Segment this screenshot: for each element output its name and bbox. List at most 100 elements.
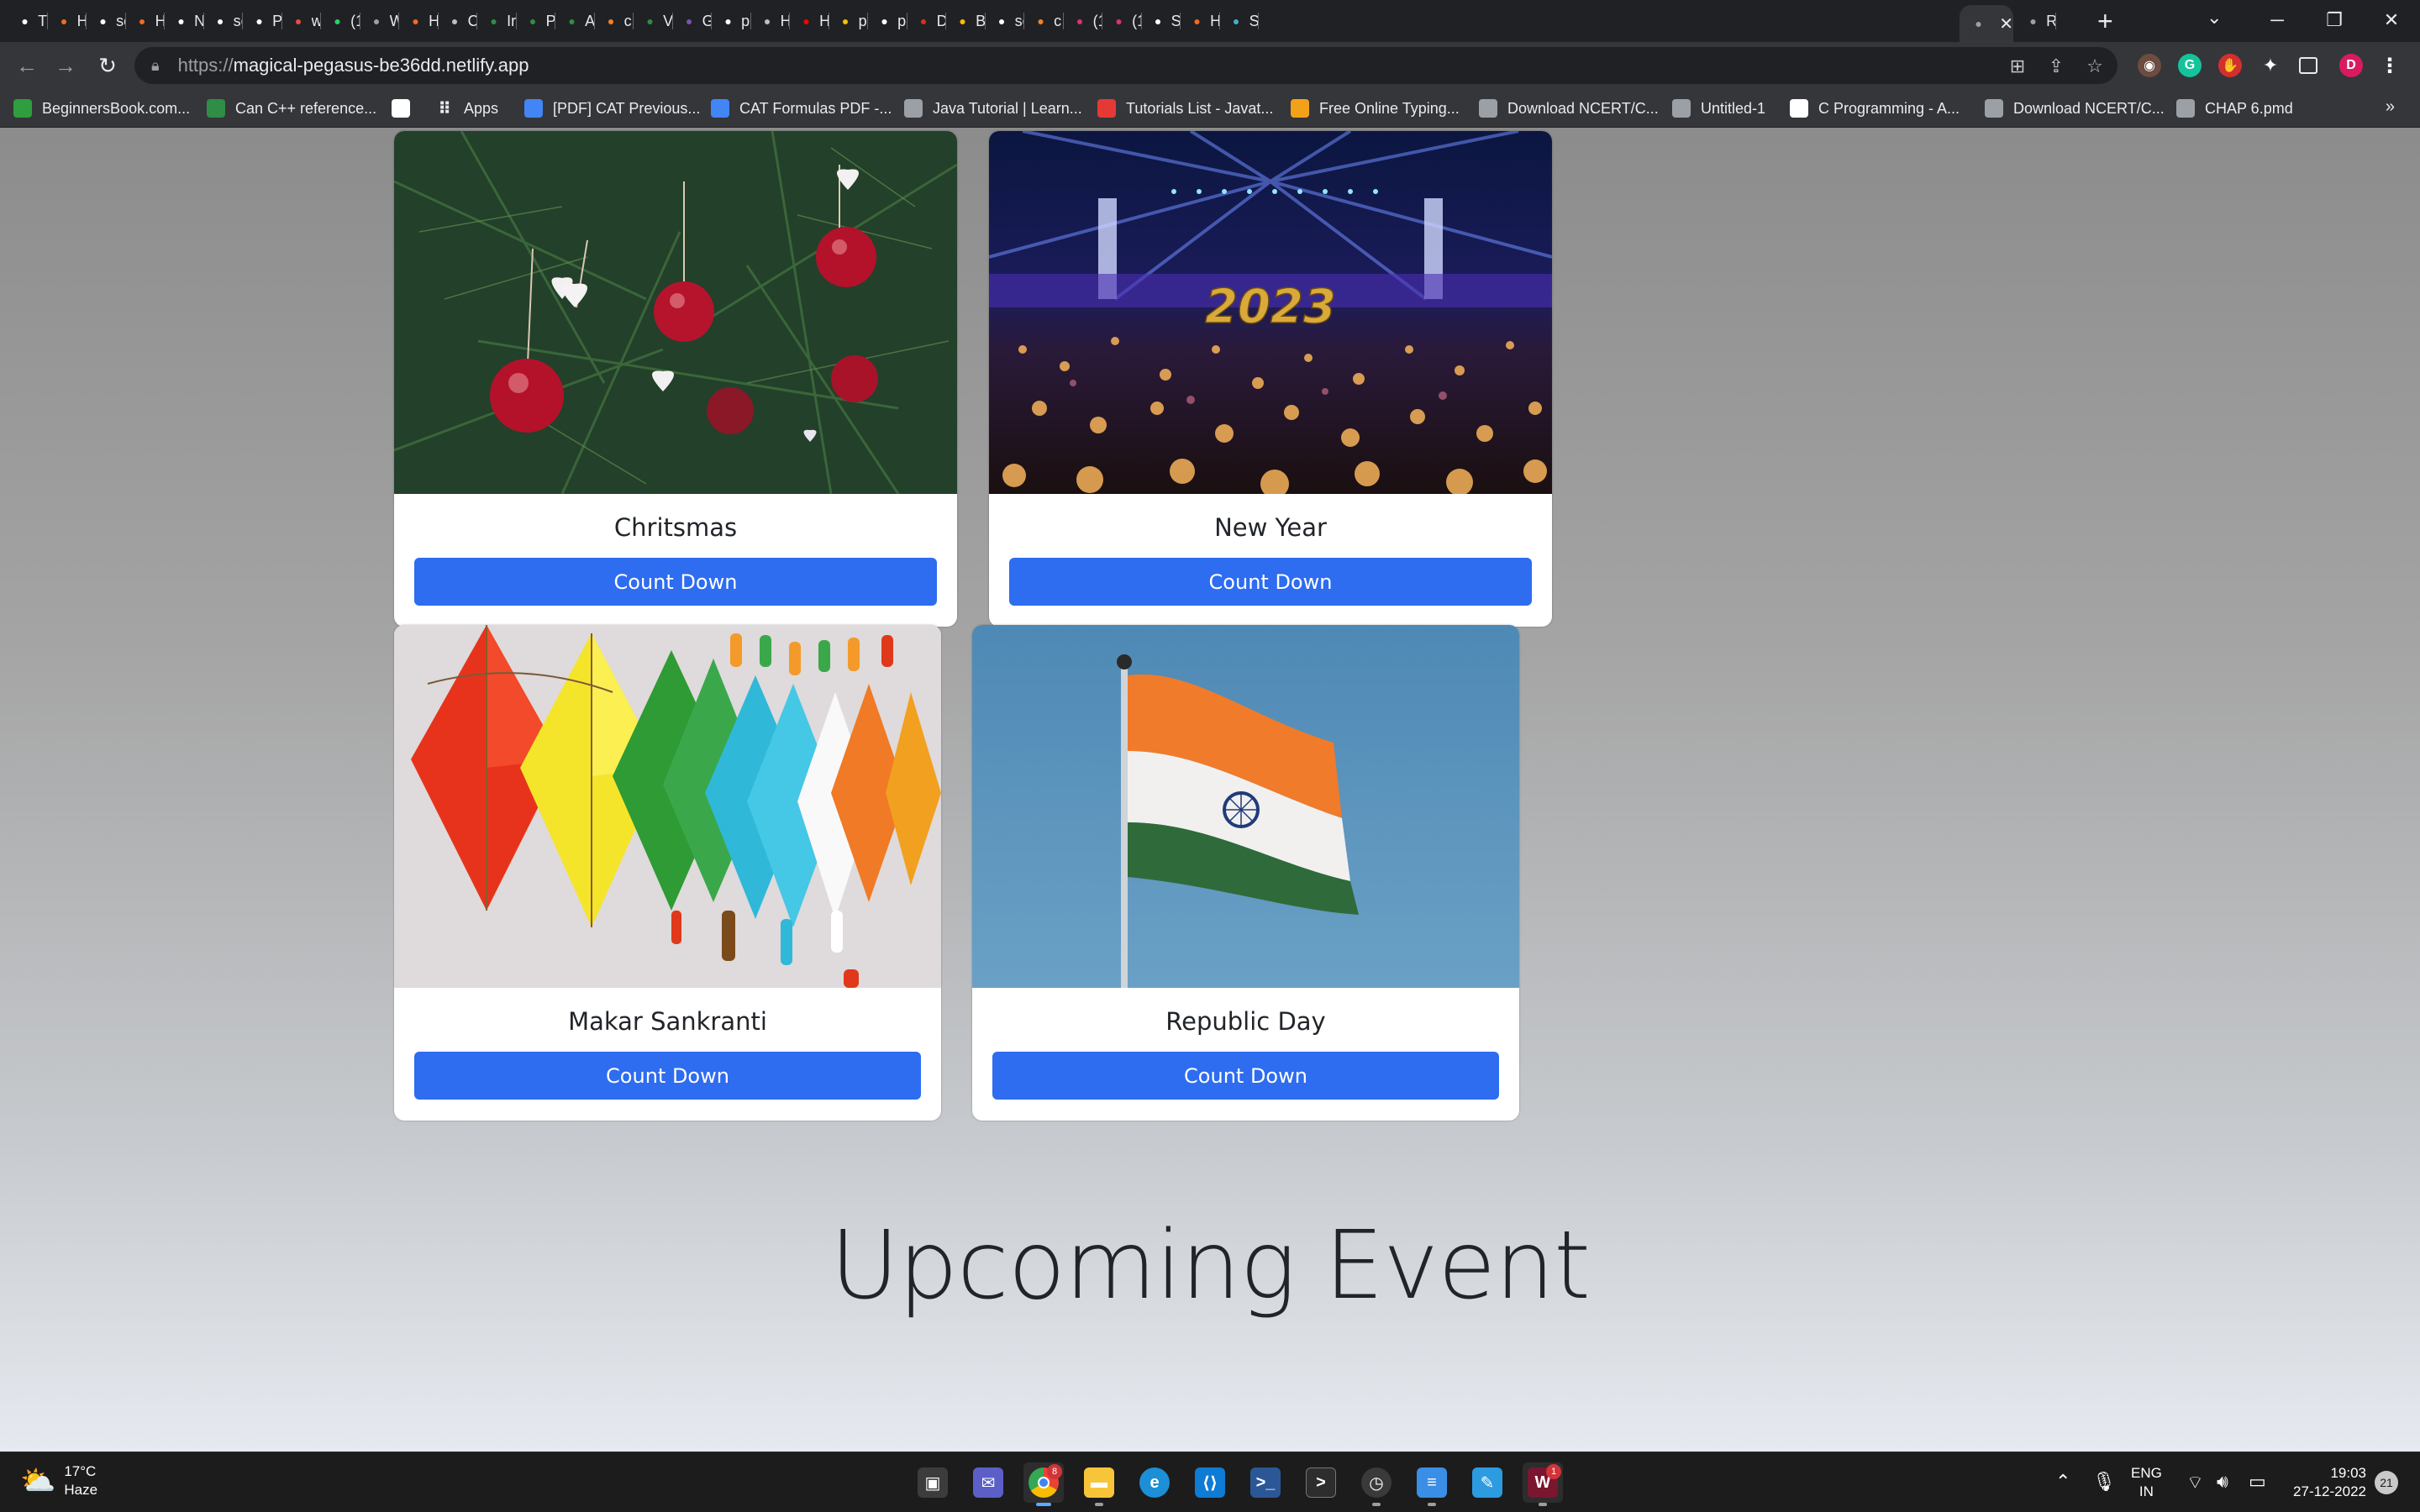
vscode-button[interactable]: ⟨⟩ xyxy=(1190,1462,1230,1503)
browser-tab[interactable]: ● D xyxy=(908,5,946,37)
bookmark-star-icon[interactable]: ☆ xyxy=(2082,54,2107,79)
browser-tab[interactable]: ● W xyxy=(360,5,399,37)
browser-tab[interactable]: ● p xyxy=(868,5,908,37)
microphone-icon[interactable]: 🎙︎ xyxy=(2092,1471,2116,1493)
share-icon[interactable]: ⇪ xyxy=(2044,54,2069,79)
browser-tab[interactable]: ●Pr xyxy=(243,5,282,37)
reload-icon[interactable]: ↻ xyxy=(92,50,123,81)
browser-tab[interactable]: ● (1 xyxy=(1102,5,1142,37)
bookmark-item[interactable]: BeginnersBook.com... xyxy=(13,96,190,121)
browser-tab[interactable]: ● w xyxy=(282,5,321,37)
bookmark-item[interactable]: Free Online Typing... xyxy=(1291,96,1460,121)
browser-tab[interactable]: ● (1 xyxy=(1064,5,1102,37)
bookmark-item[interactable] xyxy=(392,96,420,121)
terminal-button[interactable]: > xyxy=(1301,1462,1341,1503)
teams-chat-button[interactable]: ✉ xyxy=(968,1462,1008,1503)
browser-tab[interactable]: ● V xyxy=(634,5,673,37)
browser-tab[interactable]: ● R xyxy=(2017,5,2056,37)
browser-tab[interactable]: ● A xyxy=(555,5,595,37)
browser-tab[interactable]: ●Si xyxy=(1220,5,1259,37)
browser-tab[interactable]: ● G xyxy=(673,5,712,37)
bookmark-item[interactable]: Tutorials List - Javat... xyxy=(1097,96,1273,121)
browser-tab[interactable]: ● H xyxy=(1181,5,1220,37)
volume-icon[interactable]: 🔊︎ xyxy=(2217,1471,2228,1493)
tab-search-chevron-icon[interactable]: ⌄ xyxy=(2207,7,2222,29)
forward-arrow-icon[interactable]: → xyxy=(50,50,81,81)
system-clock[interactable]: 19:03 27-12-2022 xyxy=(2289,1464,2366,1501)
bookmark-item[interactable]: Download NCERT/C... xyxy=(1985,96,2165,121)
lock-icon[interactable]: 🔒︎ xyxy=(151,57,160,75)
bookmarks-overflow-icon[interactable]: » xyxy=(2386,97,2395,117)
grammarly-icon[interactable]: G xyxy=(2178,54,2202,77)
browser-tab[interactable]: ●Tr xyxy=(8,5,48,37)
file-explorer-button[interactable]: ▬ xyxy=(1079,1462,1119,1506)
browser-tab[interactable]: ●se xyxy=(986,5,1024,37)
whatsapp-taskbar-button[interactable]: W 1 xyxy=(1523,1462,1563,1506)
browser-tab[interactable]: ● p xyxy=(712,5,751,37)
task-view-button[interactable]: ▣ xyxy=(913,1462,953,1503)
language-indicator[interactable]: ENG IN xyxy=(2131,1464,2162,1501)
notification-count-badge[interactable]: 21 xyxy=(2375,1471,2398,1494)
christmas-image xyxy=(394,131,957,494)
browser-tab[interactable]: ● C xyxy=(439,5,477,37)
weather-widget[interactable]: ⛅ 17°C Haze xyxy=(20,1462,97,1499)
browser-tab[interactable]: ●se xyxy=(87,5,126,37)
browser-tab[interactable]: ● H xyxy=(399,5,439,37)
browser-tab[interactable]: ● H xyxy=(48,5,87,37)
edge-button[interactable]: e xyxy=(1134,1462,1175,1503)
browser-tab[interactable]: ● H xyxy=(790,5,829,37)
card-title: Republic Day xyxy=(1165,1007,1326,1036)
browser-tab[interactable]: ●Si xyxy=(1142,5,1181,37)
minimize-icon[interactable]: ─ xyxy=(2249,0,2306,40)
close-tab-icon[interactable]: ✕ xyxy=(1999,13,2013,34)
bookmark-item[interactable]: C Programming - A... xyxy=(1790,96,1960,121)
browser-tab[interactable]: ● H xyxy=(126,5,165,37)
notepad-button[interactable]: ≡ xyxy=(1412,1462,1452,1506)
close-window-icon[interactable]: ✕ xyxy=(2363,0,2420,40)
countdown-button-republic-day[interactable]: Count Down xyxy=(992,1052,1499,1100)
bookmark-item[interactable]: Can C++ reference... xyxy=(207,96,376,121)
chrome-taskbar-button[interactable]: 8 xyxy=(1023,1462,1064,1506)
wifi-icon[interactable]: ⌔ xyxy=(2186,1471,2204,1494)
powershell-button[interactable]: >_ xyxy=(1245,1462,1286,1503)
bookmark-item[interactable]: Java Tutorial | Learn... xyxy=(904,96,1082,121)
countdown-button-christmas[interactable]: Count Down xyxy=(414,558,937,606)
page-viewport: Chritsmas Count Down 2023 New Year Count… xyxy=(0,128,2420,1452)
clock-app-button[interactable]: ◷ xyxy=(1356,1462,1397,1506)
battery-icon[interactable]: ▭ xyxy=(2249,1471,2266,1493)
bookmark-item[interactable]: [PDF] CAT Previous... xyxy=(524,96,700,121)
browser-tab[interactable]: ● c xyxy=(1024,5,1064,37)
countdown-button-makar-sankranti[interactable]: Count Down xyxy=(414,1052,921,1100)
back-arrow-icon[interactable]: ← xyxy=(12,50,42,81)
github-icon: ● xyxy=(99,14,107,28)
browser-tab[interactable]: ●se xyxy=(204,5,243,37)
paint-button[interactable]: ✎ xyxy=(1467,1462,1507,1503)
extensions-puzzle-icon[interactable]: ✦ xyxy=(2259,54,2282,77)
browser-tab[interactable]: ● N xyxy=(165,5,204,37)
profile-avatar[interactable]: D xyxy=(2339,54,2363,77)
show-hidden-icons-chevron[interactable]: ⌃ xyxy=(2055,1471,2070,1493)
start-button[interactable] xyxy=(857,1462,897,1503)
adblock-icon[interactable]: ✋ xyxy=(2218,54,2242,77)
browser-tab[interactable]: ● p xyxy=(829,5,868,37)
extension-icon[interactable]: ◉ xyxy=(2138,54,2161,77)
browser-tab[interactable]: ●Pr xyxy=(517,5,555,37)
bookmark-item[interactable]: CAT Formulas PDF -... xyxy=(711,96,892,121)
address-bar[interactable]: 🔒︎ https://magical-pegasus-be36dd.netlif… xyxy=(134,47,2118,84)
countdown-button-new-year[interactable]: Count Down xyxy=(1009,558,1532,606)
new-tab-button[interactable]: + xyxy=(2097,7,2113,35)
translate-icon[interactable]: ⊞ xyxy=(2005,54,2030,79)
bookmark-item[interactable]: ⠿ Apps xyxy=(435,96,498,121)
browser-tab[interactable]: ● B xyxy=(946,5,986,37)
browser-tab[interactable]: ● ✕ xyxy=(1960,5,2013,42)
bookmark-item[interactable]: Download NCERT/C... xyxy=(1479,96,1659,121)
browser-tab[interactable]: ● (1 xyxy=(321,5,360,37)
bookmark-item[interactable]: CHAP 6.pmd xyxy=(2176,96,2293,121)
menu-kebab-icon[interactable]: ⋮ xyxy=(2378,54,2402,77)
browser-tab[interactable]: ● c xyxy=(595,5,634,37)
browser-tab[interactable]: ● H xyxy=(751,5,790,37)
restore-icon[interactable]: ❐ xyxy=(2306,0,2363,40)
bookmark-item[interactable]: Untitled-1 xyxy=(1672,96,1765,121)
side-panel-icon[interactable] xyxy=(2299,57,2317,74)
browser-tab[interactable]: ● Ir xyxy=(477,5,517,37)
